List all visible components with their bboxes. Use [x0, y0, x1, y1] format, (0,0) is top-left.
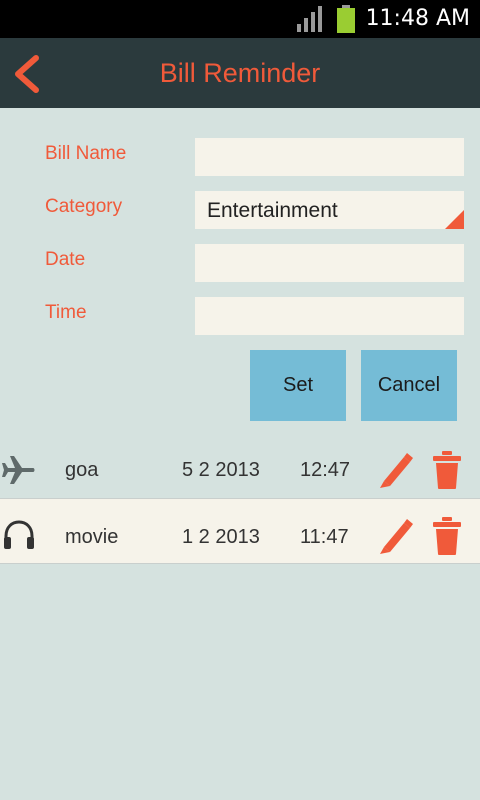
reminder-name: movie: [65, 526, 119, 548]
app-header: Bill Reminder: [0, 38, 480, 108]
date-label: Date: [45, 249, 86, 270]
status-time: 11:48 AM: [365, 6, 470, 31]
pencil-icon[interactable]: [378, 517, 414, 555]
cancel-button[interactable]: Cancel: [361, 350, 457, 421]
reminder-date: 1 2 2013: [182, 526, 260, 548]
reminder-name: goa: [65, 459, 99, 481]
airplane-icon: [2, 456, 35, 484]
time-label: Time: [45, 302, 87, 323]
pencil-icon[interactable]: [378, 451, 414, 489]
list-item[interactable]: goa 5 2 2013 12:47: [0, 437, 480, 503]
dropdown-corner-icon: [445, 210, 464, 229]
status-bar: 11:48 AM: [0, 0, 480, 38]
reminder-date: 5 2 2013: [182, 459, 260, 481]
battery-icon: [337, 5, 355, 33]
time-input[interactable]: [195, 297, 464, 335]
bill-name-label: Bill Name: [45, 143, 127, 164]
reminder-time: 11:47: [300, 526, 349, 548]
category-label: Category: [45, 196, 123, 217]
trash-icon[interactable]: [432, 450, 462, 490]
list-item[interactable]: movie 1 2 2013 11:47: [0, 498, 480, 564]
category-select[interactable]: Entertainment: [195, 191, 464, 229]
reminder-time: 12:47: [300, 459, 351, 481]
trash-icon[interactable]: [432, 516, 462, 556]
signal-icon: [297, 6, 322, 32]
bill-name-input[interactable]: [195, 138, 464, 176]
page-title: Bill Reminder: [159, 58, 321, 88]
date-input[interactable]: [195, 244, 464, 282]
headphones-icon: [4, 520, 34, 549]
category-value: Entertainment: [207, 199, 338, 222]
set-button[interactable]: Set: [250, 350, 346, 421]
